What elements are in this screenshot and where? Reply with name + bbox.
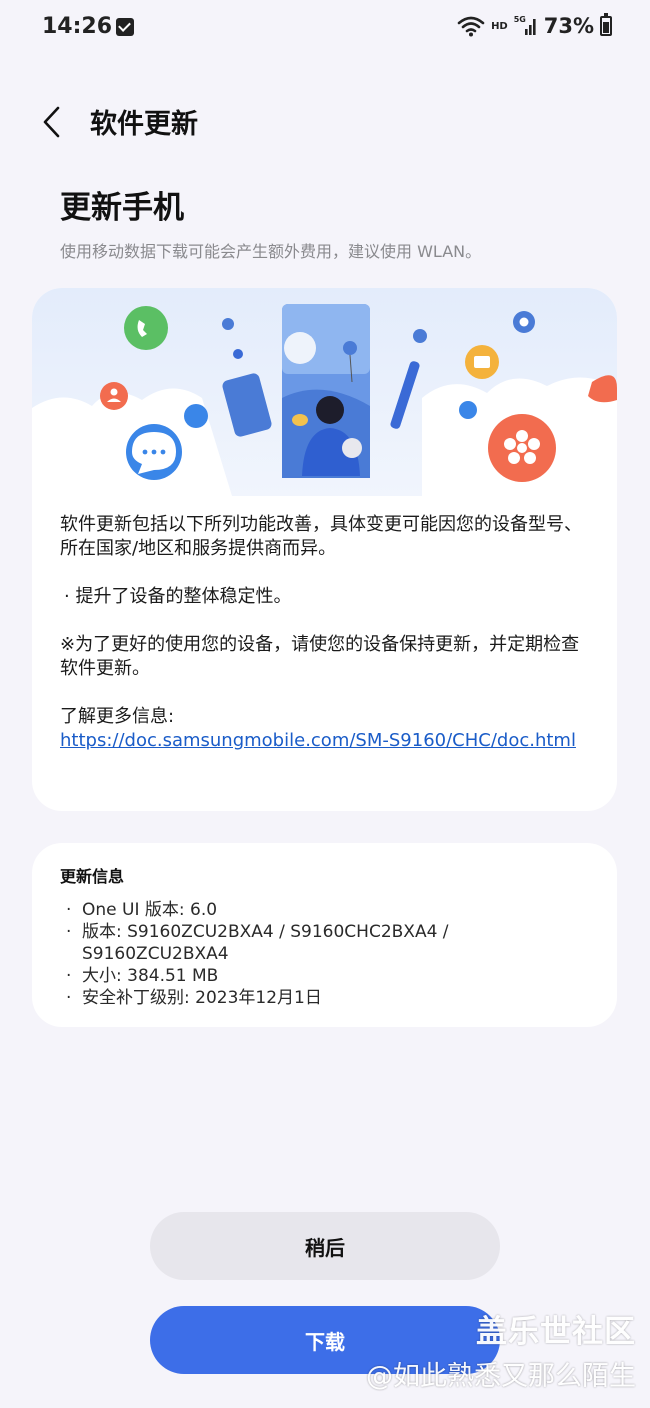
watermark-community: 盖乐世社区 (476, 1314, 636, 1350)
back-button[interactable] (34, 102, 74, 142)
update-illustration (32, 288, 617, 496)
more-info-link[interactable]: https://doc.samsungmobile.com/SM-S9160/C… (60, 729, 590, 753)
notes-intro: 软件更新包括以下所列功能改善，具体变更可能因您的设备型号、所在国家/地区和服务提… (60, 514, 582, 559)
status-indicators: HD 5G 73% (457, 13, 612, 38)
more-info-label: 了解更多信息: (60, 706, 175, 727)
notes-bullet: · 提升了设备的整体稳定性。 (64, 586, 292, 607)
status-time: 14:26 (42, 14, 113, 39)
info-item-build-version: 版本: S9160ZCU2BXA4 / S9160CHC2BXA4 / S916… (66, 921, 586, 965)
software-update-screen: 14:26 HD 5G 73% 软件更新 更新手机 使用移动数据下载可能会产生额… (0, 0, 650, 1408)
release-notes-text: 软件更新包括以下所列功能改善，具体变更可能因您的设备型号、所在国家/地区和服务提… (60, 513, 590, 753)
signal-icon: 5G (514, 15, 538, 37)
battery-icon (600, 13, 612, 36)
update-info-card: 更新信息 One UI 版本: 6.0 版本: S9160ZCU2BXA4 / … (32, 843, 617, 1027)
info-item-oneui-version: One UI 版本: 6.0 (66, 899, 586, 921)
chevron-left-icon (43, 106, 60, 138)
wifi-icon (457, 16, 485, 37)
release-notes-card[interactable]: 软件更新包括以下所列功能改善，具体变更可能因您的设备型号、所在国家/地区和服务提… (32, 288, 617, 811)
update-info-list: One UI 版本: 6.0 版本: S9160ZCU2BXA4 / S9160… (66, 899, 586, 1009)
update-info-title: 更新信息 (60, 867, 125, 886)
header: 软件更新 (0, 90, 650, 150)
info-item-size: 大小: 384.51 MB (66, 965, 586, 987)
watermark-author: @如此熟悉又那么陌生 (366, 1361, 636, 1392)
battery-percentage: 73% (543, 14, 594, 38)
notes-reminder: ※为了更好的使用您的设备，请使您的设备保持更新，并定期检查软件更新。 (60, 634, 580, 679)
later-button[interactable]: 稍后 (150, 1212, 500, 1280)
notification-check-icon (116, 18, 134, 36)
info-item-security-patch: 安全补丁级别: 2023年12月1日 (66, 987, 586, 1009)
page-title: 更新手机 (60, 190, 184, 226)
status-bar: 14:26 HD 5G 73% (0, 0, 650, 58)
page-subtitle: 使用移动数据下载可能会产生额外费用，建议使用 WLAN。 (60, 242, 482, 261)
header-title: 软件更新 (90, 109, 198, 140)
hd-label: HD (491, 20, 508, 32)
